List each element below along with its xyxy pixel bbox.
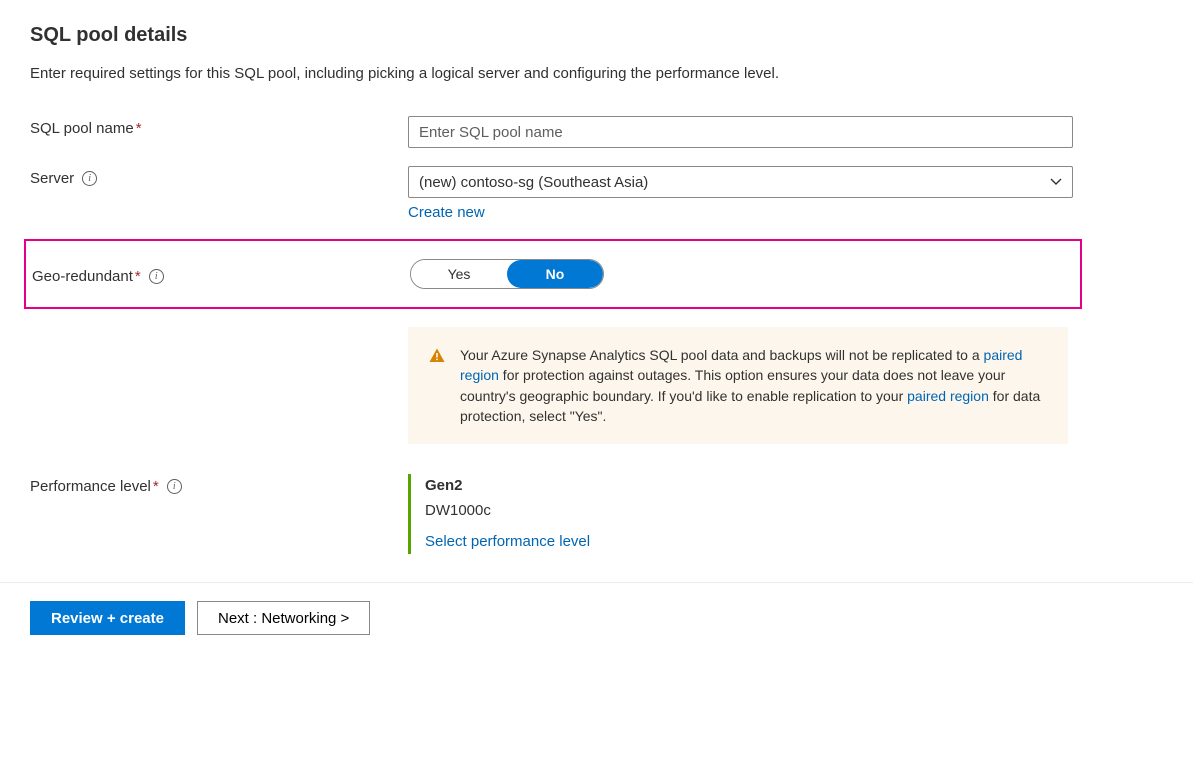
row-server: Server i (new) contoso-sg (Southeast Asi… [30, 166, 1163, 221]
section-title: SQL pool details [30, 24, 1163, 47]
performance-summary: Gen2 DW1000c Select performance level [408, 474, 1073, 554]
pool-name-input[interactable] [408, 116, 1073, 148]
create-new-server-link[interactable]: Create new [408, 204, 485, 221]
alert-text-1: Your Azure Synapse Analytics SQL pool da… [460, 347, 984, 363]
required-asterisk: * [136, 120, 142, 137]
footer-buttons: Review + create Next : Networking > [30, 601, 1163, 655]
review-create-button[interactable]: Review + create [30, 601, 185, 635]
info-icon[interactable]: i [167, 479, 182, 494]
row-performance: Performance level * i Gen2 DW1000c Selec… [30, 474, 1163, 554]
label-server: Server i [30, 166, 408, 187]
geo-redundant-warning: Your Azure Synapse Analytics SQL pool da… [408, 327, 1068, 444]
section-description: Enter required settings for this SQL poo… [30, 65, 1163, 82]
warning-icon [428, 347, 446, 365]
label-performance-text: Performance level [30, 478, 151, 495]
performance-gen: Gen2 [425, 474, 1073, 499]
row-geo-redundant-highlight: Geo-redundant * i Yes No [24, 239, 1082, 309]
performance-tier: DW1000c [425, 499, 1073, 524]
required-asterisk: * [153, 478, 159, 495]
chevron-down-icon [1050, 175, 1062, 189]
info-icon[interactable]: i [149, 269, 164, 284]
select-performance-link[interactable]: Select performance level [425, 530, 590, 555]
warning-text: Your Azure Synapse Analytics SQL pool da… [460, 345, 1048, 426]
label-pool-name: SQL pool name * [30, 116, 408, 137]
row-pool-name: SQL pool name * [30, 116, 1163, 148]
server-selected-value: (new) contoso-sg (Southeast Asia) [419, 174, 648, 191]
server-select[interactable]: (new) contoso-sg (Southeast Asia) [408, 166, 1073, 198]
label-geo-redundant-text: Geo-redundant [32, 268, 133, 285]
footer-divider [0, 582, 1193, 583]
label-performance: Performance level * i [30, 474, 408, 495]
toggle-yes[interactable]: Yes [411, 260, 507, 288]
geo-redundant-toggle: Yes No [410, 259, 604, 289]
info-icon[interactable]: i [82, 171, 97, 186]
toggle-no[interactable]: No [507, 260, 603, 288]
paired-region-link-2[interactable]: paired region [907, 388, 989, 404]
label-server-text: Server [30, 170, 74, 187]
required-asterisk: * [135, 268, 141, 285]
next-networking-button[interactable]: Next : Networking > [197, 601, 370, 635]
label-geo-redundant: Geo-redundant * i [32, 264, 410, 285]
label-pool-name-text: SQL pool name [30, 120, 134, 137]
